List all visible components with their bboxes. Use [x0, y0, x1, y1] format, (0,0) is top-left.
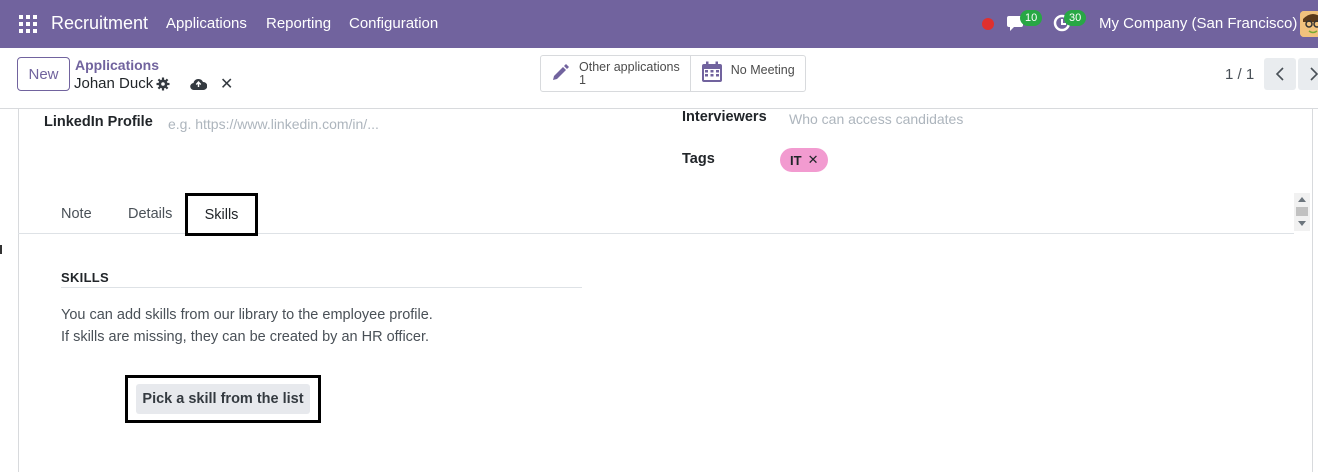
- skills-help-line-2: If skills are missing, they can be creat…: [61, 329, 430, 345]
- status-dot-icon[interactable]: [982, 18, 994, 30]
- messages-badge: 10: [1020, 10, 1043, 26]
- menu-applications[interactable]: Applications: [166, 15, 247, 32]
- control-panel: New Applications Johan Duck ✕ Other appl…: [0, 48, 1318, 109]
- tag-remove-icon[interactable]: ✕: [808, 152, 819, 168]
- pager-next-button[interactable]: [1298, 58, 1318, 90]
- apps-grid-icon[interactable]: [19, 15, 37, 33]
- other-applications-label: Other applications: [579, 60, 680, 74]
- skills-section-title: SKILLS: [61, 270, 110, 285]
- new-button[interactable]: New: [17, 57, 70, 91]
- activities-badge: 30: [1064, 10, 1087, 26]
- linkedin-label: LinkedIn Profile: [44, 114, 153, 130]
- tab-note[interactable]: Note: [61, 206, 92, 222]
- tag-it: IT ✕: [780, 148, 829, 172]
- calendar-icon: [701, 61, 723, 86]
- app-brand[interactable]: Recruitment: [51, 13, 148, 34]
- interviewers-label: Interviewers: [682, 109, 767, 125]
- no-meeting-label: No Meeting: [730, 63, 795, 77]
- scroll-thumb[interactable]: [1296, 207, 1308, 216]
- pick-skill-button[interactable]: Pick a skill from the list: [136, 384, 310, 414]
- smart-buttons: Other applications 1 No Meeting: [540, 55, 806, 92]
- pick-skill-highlight: Pick a skill from the list: [125, 375, 321, 423]
- discard-icon[interactable]: ✕: [220, 74, 233, 94]
- tag-label: IT: [790, 152, 802, 168]
- tab-details[interactable]: Details: [128, 206, 172, 222]
- section-divider: [61, 287, 582, 288]
- gear-icon[interactable]: [156, 77, 170, 91]
- user-avatar[interactable]: [1300, 11, 1318, 37]
- breadcrumb-current: Johan Duck: [74, 75, 154, 92]
- skills-help-line-1: You can add skills from our library to t…: [61, 307, 433, 323]
- cloud-save-icon[interactable]: [190, 77, 208, 91]
- interviewers-input[interactable]: Who can access candidates: [789, 111, 963, 127]
- other-applications-count: 1: [579, 73, 586, 87]
- menu-reporting[interactable]: Reporting: [266, 15, 331, 32]
- pager-value[interactable]: 1 / 1: [1225, 66, 1254, 83]
- top-navbar: Recruitment Applications Reporting Confi…: [0, 0, 1318, 48]
- menu-configuration[interactable]: Configuration: [349, 15, 438, 32]
- scroll-down-icon[interactable]: [1298, 221, 1306, 226]
- page-edge-marker: [0, 245, 2, 254]
- company-switcher[interactable]: My Company (San Francisco): [1099, 15, 1297, 32]
- no-meeting-button[interactable]: No Meeting: [689, 56, 805, 91]
- pager-previous-button[interactable]: [1264, 58, 1296, 90]
- scroll-up-icon[interactable]: [1298, 197, 1306, 202]
- tab-skills[interactable]: Skills: [185, 193, 258, 236]
- linkedin-input[interactable]: e.g. https://www.linkedin.com/in/...: [168, 116, 379, 132]
- tags-label: Tags: [682, 151, 715, 167]
- pencil-icon: [551, 64, 571, 85]
- breadcrumb-applications[interactable]: Applications: [75, 57, 159, 73]
- other-applications-button[interactable]: Other applications 1: [541, 56, 690, 91]
- scrollbar[interactable]: [1294, 193, 1310, 231]
